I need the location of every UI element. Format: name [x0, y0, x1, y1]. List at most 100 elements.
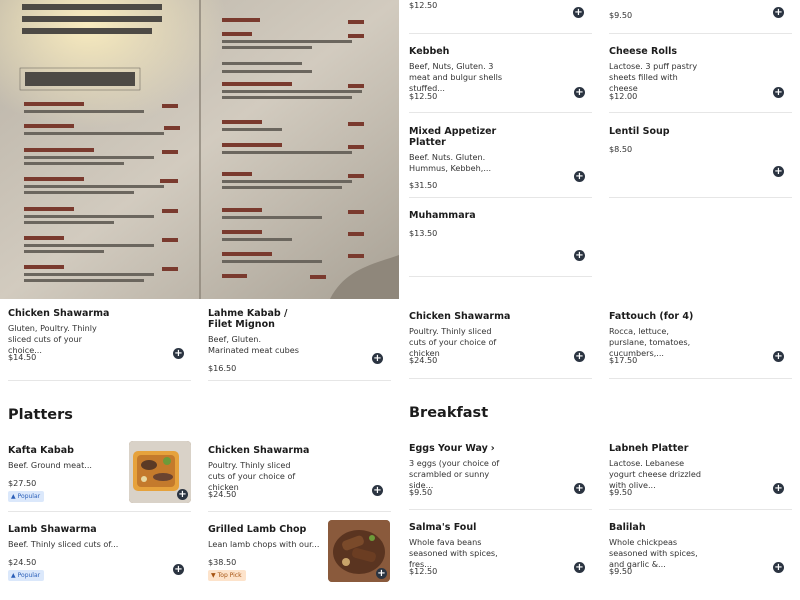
item-price: $8.50	[609, 144, 633, 154]
add-item-button[interactable]: +	[574, 87, 585, 98]
popular-badge: ▲ Popular	[8, 570, 45, 581]
item-title: Muhammara	[409, 210, 476, 221]
item-price: $9.50	[409, 487, 433, 497]
item-price: $16.50	[208, 363, 237, 373]
top-pick-badge: ▼ Top Pick	[208, 570, 246, 581]
add-item-button[interactable]: +	[773, 351, 784, 362]
divider	[609, 33, 792, 34]
divider	[609, 509, 792, 510]
add-item-button[interactable]: +	[574, 562, 585, 573]
section-title-platters: Platters	[8, 407, 73, 423]
item-title: Kebbeh	[409, 46, 450, 57]
add-item-button[interactable]: +	[773, 562, 784, 573]
divider	[409, 197, 592, 198]
menu-item-lahme-kabab[interactable]: Lahme Kabab / Filet Mignon Beef, Gluten.…	[208, 308, 391, 378]
trophy-icon: ▼	[211, 572, 216, 579]
menu-item-muhammara[interactable]: Muhammara $13.50 +	[409, 210, 592, 265]
item-price: $38.50	[208, 557, 237, 567]
item-description: Beef. Thinly sliced cuts of...	[8, 539, 119, 549]
divider	[409, 276, 592, 277]
menu-item-grilled-lamb-chop[interactable]: Grilled Lamb Chop Lean lamb chops with o…	[208, 520, 391, 586]
item-title: Eggs Your Way ›	[409, 443, 495, 454]
add-item-button[interactable]: +	[573, 7, 584, 18]
add-item-button[interactable]: +	[372, 353, 383, 364]
add-item-button[interactable]: +	[574, 483, 585, 494]
menu-item-mixed-appetizer-platter[interactable]: Mixed Appetizer Platter Beef. Nuts. Glut…	[409, 126, 592, 190]
add-item-button[interactable]: +	[773, 483, 784, 494]
thumbs-up-icon: ▲	[11, 572, 16, 579]
item-title: Chicken Shawarma	[409, 311, 511, 322]
item-price: $12.00	[609, 91, 638, 101]
divider	[609, 112, 792, 113]
menu-item-chicken-shawarma[interactable]: Chicken Shawarma Gluten, Poultry. Thinly…	[8, 308, 191, 372]
add-item-button[interactable]: +	[574, 351, 585, 362]
menu-item-cheese-rolls[interactable]: Cheese Rolls Lactose. 3 puff pastry shee…	[609, 46, 792, 106]
menu-item-kebbeh[interactable]: Kebbeh Beef, Nuts, Gluten. 3 meat and bu…	[409, 46, 592, 106]
menu-item-eggs-your-way[interactable]: Eggs Your Way › 3 eggs (your choice of sc…	[409, 443, 592, 505]
item-title: Cheese Rolls	[609, 46, 678, 57]
add-item-button[interactable]: +	[376, 568, 387, 579]
divider	[409, 33, 592, 34]
item-image[interactable]: +	[129, 441, 191, 503]
menu-item-kafta-kabab[interactable]: Kafta Kabab Beef. Ground meat... $27.50 …	[8, 441, 191, 507]
item-title: Labneh Platter	[609, 443, 689, 454]
add-item-button[interactable]: +	[773, 166, 784, 177]
menu-item-balilah[interactable]: Balilah Whole chickpeas seasoned with sp…	[609, 522, 792, 584]
item-title: Fattouch (for 4)	[609, 311, 694, 322]
item-price: $13.50	[409, 228, 438, 238]
divider	[409, 112, 592, 113]
menu-item-fattouch[interactable]: Fattouch (for 4) Rocca, lettuce, purslan…	[609, 311, 792, 371]
divider	[409, 378, 592, 379]
item-price: $31.50	[409, 180, 438, 190]
item-price: $12.50	[409, 566, 438, 576]
item-price: $14.50	[8, 352, 37, 362]
section-title-breakfast: Breakfast	[409, 405, 489, 421]
menu-item-salmas-foul[interactable]: Salma's Foul Whole fava beans seasoned w…	[409, 522, 592, 584]
divider	[409, 509, 592, 510]
thumbs-up-icon: ▲	[11, 493, 16, 500]
item-price: $24.50	[8, 557, 37, 567]
divider	[609, 197, 792, 198]
add-item-button[interactable]: +	[773, 87, 784, 98]
divider	[609, 378, 792, 379]
add-item-button[interactable]: +	[372, 485, 383, 496]
add-item-button[interactable]: +	[773, 7, 784, 18]
item-price: $24.50	[208, 489, 237, 499]
item-description: Beef, Gluten. Marinated meat cubes	[208, 334, 299, 355]
menu-photo	[0, 0, 399, 299]
item-price: $9.50	[609, 566, 633, 576]
menu-item-lamb-shawarma[interactable]: Lamb Shawarma Beef. Thinly sliced cuts o…	[8, 524, 191, 586]
menu-item-chicken-shawarma[interactable]: Chicken Shawarma Poultry. Thinly sliced …	[409, 311, 592, 371]
item-title: Lahme Kabab / Filet Mignon	[208, 308, 288, 330]
add-item-button[interactable]: +	[173, 348, 184, 359]
item-price: $9.50	[609, 487, 633, 497]
item-title: Salma's Foul	[409, 522, 477, 533]
menu-item-labneh-platter[interactable]: Labneh Platter Lactose. Lebanese yogurt …	[609, 443, 792, 505]
item-title: Chicken Shawarma	[208, 445, 310, 456]
item-price: $27.50	[8, 478, 37, 488]
item-price: $12.50	[409, 91, 438, 101]
item-description: Lactose. 3 puff pastry sheets filled wit…	[609, 61, 698, 93]
add-item-button[interactable]: +	[574, 171, 585, 182]
chevron-right-icon[interactable]: ›	[491, 443, 495, 454]
item-price: $12.50	[409, 0, 438, 10]
item-image[interactable]: +	[328, 520, 390, 582]
item-price: $24.50	[409, 355, 438, 365]
item-price: $17.50	[609, 355, 638, 365]
add-item-button[interactable]: +	[574, 250, 585, 261]
item-title: Lentil Soup	[609, 126, 670, 137]
add-item-button[interactable]: +	[173, 564, 184, 575]
item-description: Beef, Nuts, Gluten. 3 meat and bulgur sh…	[409, 61, 503, 93]
item-title: Lamb Shawarma	[8, 524, 97, 535]
add-item-button[interactable]: +	[177, 489, 188, 500]
item-title: Balilah	[609, 522, 646, 533]
item-description: Beef. Nuts. Gluten. Hummus, Kebbeh,...	[409, 152, 492, 173]
popular-badge: ▲ Popular	[8, 491, 45, 502]
item-price: $9.50	[609, 10, 633, 20]
divider	[208, 511, 391, 512]
divider	[8, 511, 191, 512]
menu-item-chicken-shawarma[interactable]: Chicken Shawarma Poultry. Thinly sliced …	[208, 445, 391, 507]
item-title: Chicken Shawarma	[8, 308, 110, 319]
item-title: Mixed Appetizer Platter	[409, 126, 497, 148]
menu-item-lentil-soup[interactable]: Lentil Soup $8.50 +	[609, 126, 792, 190]
